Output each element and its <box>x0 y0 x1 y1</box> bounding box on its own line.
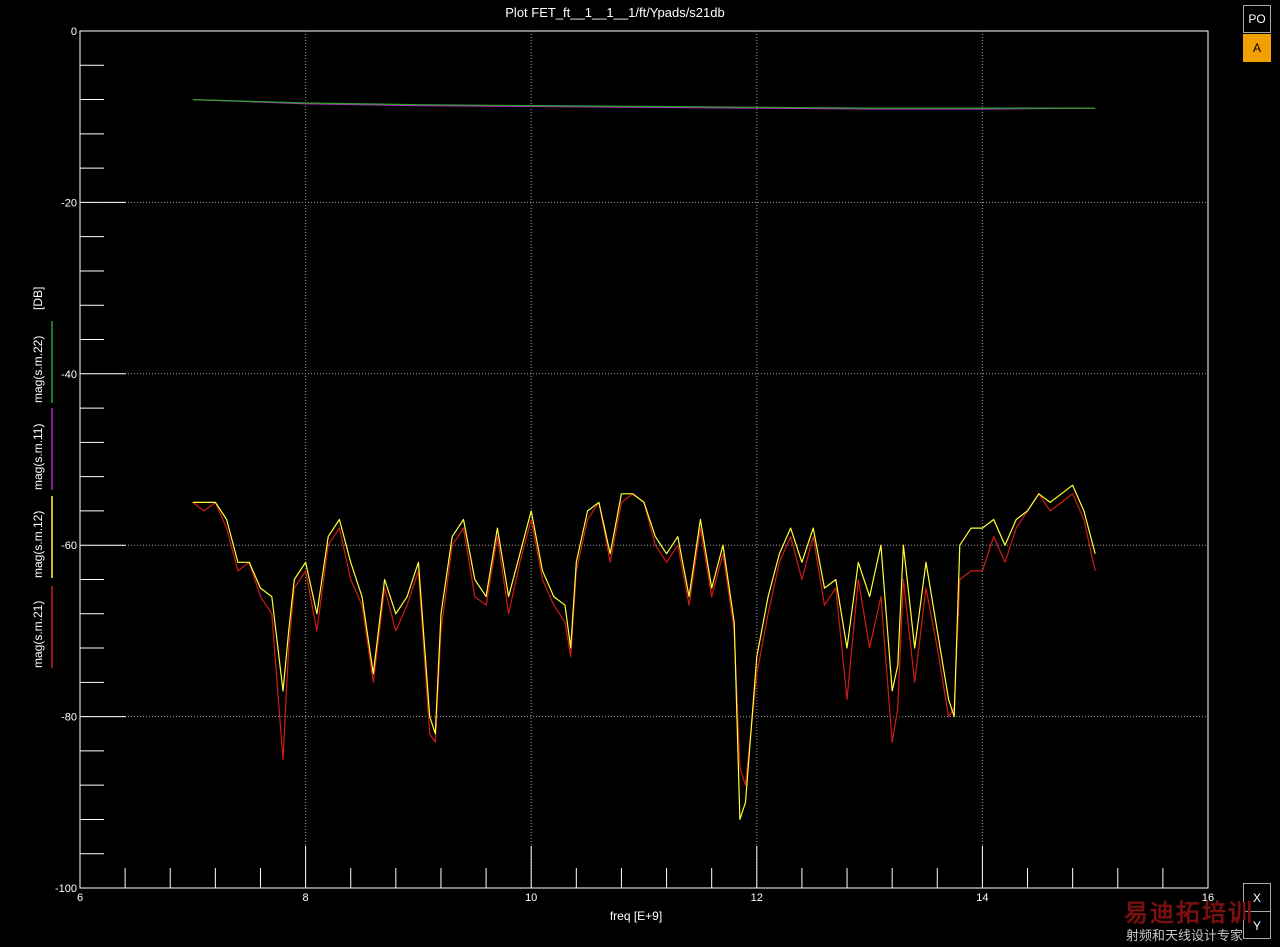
chart-svg: Plot FET_ft__1__1__1/ft/Ypads/s21db 0 -20… <box>31 5 1214 923</box>
x-tick-label: 8 <box>303 892 309 904</box>
y-axis-unit: [DB] <box>31 287 45 310</box>
watermark-tagline: 射频和天线设计专家 <box>1126 929 1244 944</box>
y-tick-label: -60 <box>61 540 77 552</box>
y-tick-label: 0 <box>71 26 77 38</box>
x-axis-label: freq [E+9] <box>610 909 662 923</box>
legend-label: mag(s.m.22) <box>31 336 45 403</box>
x-tick-label: 10 <box>525 892 537 904</box>
x-tick-label: 14 <box>976 892 988 904</box>
po-button[interactable]: PO <box>1243 5 1271 33</box>
legend-label: mag(s.m.21) <box>31 601 45 668</box>
y-tick-label: -100 <box>55 883 77 895</box>
y-tick-label: -40 <box>61 369 77 381</box>
watermark-brand: 易迪拓培训 <box>1124 899 1254 927</box>
chart-title: Plot FET_ft__1__1__1/ft/Ypads/s21db <box>505 5 724 20</box>
y-tick-label: -80 <box>61 712 77 724</box>
watermark-logo: 易迪拓培训 射频和天线设计专家 <box>1124 893 1276 944</box>
legend-label: mag(s.m.12) <box>31 511 45 578</box>
plot-frame <box>79 30 1209 889</box>
a-button[interactable]: A <box>1243 34 1271 62</box>
x-tick-label: 12 <box>751 892 763 904</box>
legend-label: mag(s.m.11) <box>31 424 45 490</box>
y-axis-legend: mag(s.m.21) mag(s.m.12) mag(s.m.11) mag(s.m… <box>31 287 53 668</box>
x-tick-label: 6 <box>77 892 83 904</box>
y-tick-label: -20 <box>61 197 77 209</box>
